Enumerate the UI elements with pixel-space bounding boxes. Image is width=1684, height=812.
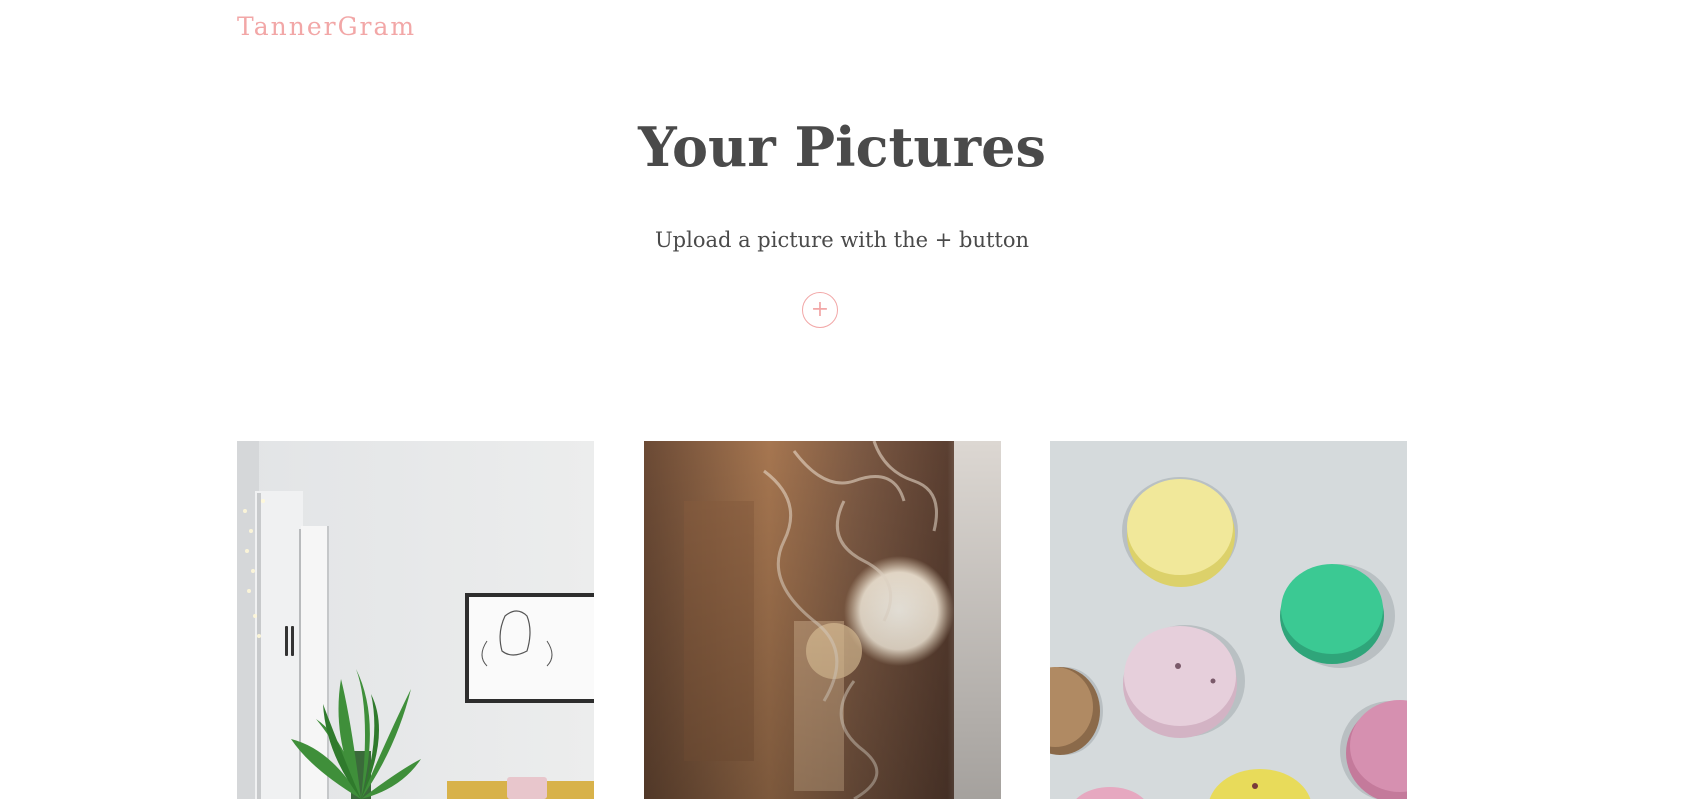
page-title: Your Pictures [638, 115, 1046, 179]
macarons-photo-image [1050, 441, 1407, 799]
page-subtitle: Upload a picture with the + button [654, 228, 1030, 252]
room-photo-image [237, 441, 594, 799]
add-picture-button[interactable]: + [802, 292, 838, 328]
gallery-photo-smoke[interactable] [644, 441, 1001, 799]
smoke-photo-image [644, 441, 1001, 799]
gallery-photo-macarons[interactable] [1050, 441, 1407, 799]
gallery-photo-room[interactable] [237, 441, 594, 799]
page: TannerGram Your Pictures Upload a pictur… [0, 0, 1684, 812]
brand-logo-link[interactable]: TannerGram [237, 12, 416, 41]
